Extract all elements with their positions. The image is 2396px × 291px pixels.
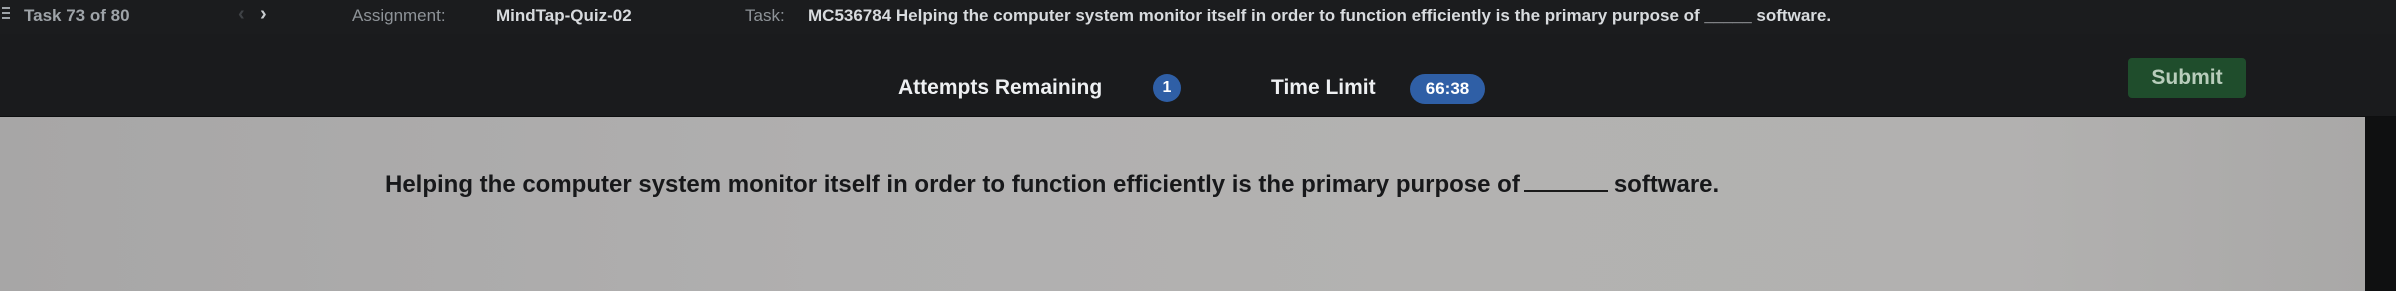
time-limit-badge: 66:38 — [1410, 74, 1485, 104]
task-label: Task: — [745, 6, 785, 25]
chevron-right-icon[interactable]: › — [260, 3, 267, 26]
attempts-remaining-badge: 1 — [1153, 74, 1181, 102]
question-text-after: software. — [1613, 171, 1720, 198]
answer-blank[interactable] — [1523, 172, 1608, 192]
assignment-label: Assignment: — [352, 6, 446, 25]
task-progress: Task 73 of 80 — [24, 6, 130, 25]
question-card: Helping the computer system monitor itse… — [0, 117, 2365, 291]
assignment-name[interactable]: MindTap-Quiz-02 — [496, 6, 632, 26]
submit-button[interactable]: Submit — [2128, 58, 2246, 98]
question-text-before: Helping the computer system monitor itse… — [385, 171, 1520, 198]
scrollbar-track[interactable] — [2365, 117, 2396, 291]
task-navigation-bar: Task 73 of 80 ‹ › Assignment: MindTap-Qu… — [0, 0, 2396, 34]
question-text: Helping the computer system monitor itse… — [385, 171, 1719, 199]
quiz-screen: Task 73 of 80 ‹ › Assignment: MindTap-Qu… — [0, 0, 2396, 291]
attempts-remaining-label: Attempts Remaining — [898, 76, 1103, 99]
chevron-left-icon[interactable]: ‹ — [238, 3, 245, 26]
quiz-status-bar: Attempts Remaining 1 Time Limit 66:38 Su… — [0, 34, 2396, 119]
task-title: MC536784 Helping the computer system mon… — [808, 6, 1832, 25]
menu-icon[interactable] — [2, 7, 10, 21]
time-limit-label: Time Limit — [1271, 76, 1376, 99]
